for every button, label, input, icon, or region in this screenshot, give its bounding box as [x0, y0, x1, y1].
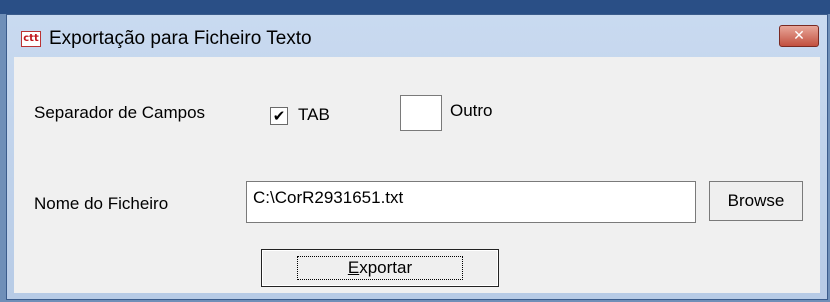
- close-icon: ✕: [793, 28, 805, 44]
- dialog-body: Separador de Campos ✔ TAB Outro Nome do …: [14, 57, 820, 293]
- export-button-focus: Exportar: [296, 256, 464, 280]
- filename-label: Nome do Ficheiro: [34, 194, 169, 213]
- tab-checkbox-label[interactable]: TAB: [298, 105, 330, 125]
- export-dialog: ctt Exportação para Ficheiro Texto ✕ Sep…: [6, 14, 828, 300]
- desktop-background: [0, 0, 830, 14]
- export-button[interactable]: Exportar: [261, 249, 499, 287]
- export-button-label: xportar: [359, 258, 413, 277]
- browse-button[interactable]: Browse: [709, 181, 803, 221]
- window-title: Exportação para Ficheiro Texto: [49, 28, 312, 49]
- check-icon: ✔: [272, 107, 286, 125]
- app-icon: ctt: [21, 31, 41, 47]
- export-button-accelerator: E: [347, 258, 360, 277]
- field-separator-label: Separador de Campos: [34, 103, 206, 122]
- filename-input[interactable]: C:\CorR2931651.txt: [246, 181, 696, 223]
- other-separator-label: Outro: [450, 101, 493, 120]
- title-bar[interactable]: ctt Exportação para Ficheiro Texto ✕: [7, 15, 827, 57]
- browse-button-label: Browse: [727, 191, 785, 210]
- tab-checkbox[interactable]: ✔: [270, 107, 288, 125]
- close-button[interactable]: ✕: [779, 25, 819, 47]
- other-separator-input[interactable]: [400, 95, 442, 131]
